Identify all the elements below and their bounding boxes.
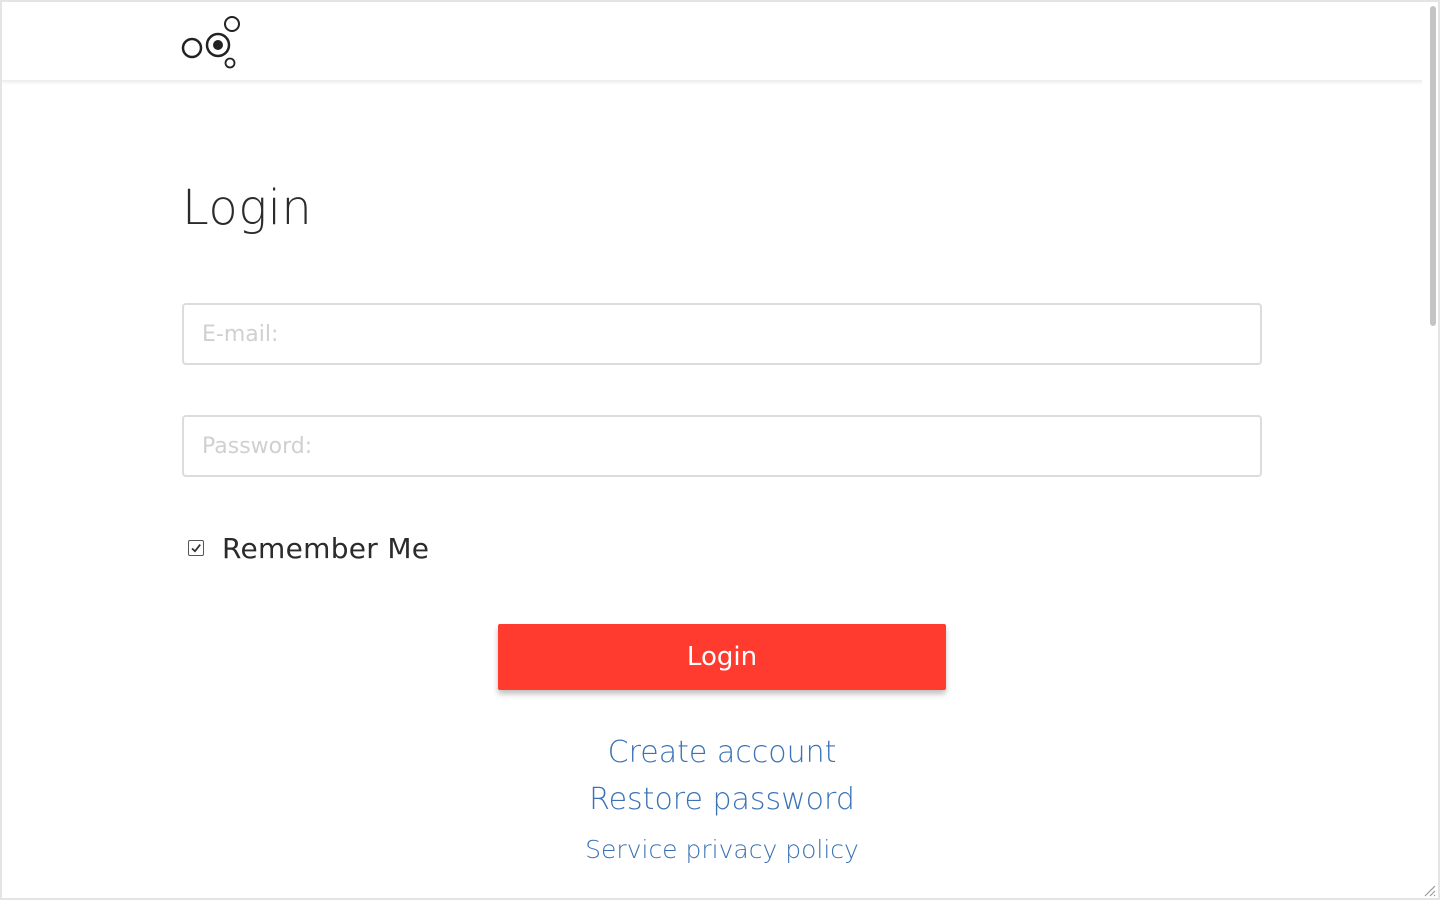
remember-me-checkbox[interactable]: Remember Me [188,528,429,568]
email-field[interactable] [182,303,1262,365]
privacy-policy-link[interactable]: Service privacy policy [2,834,1438,866]
login-page: Login Remember Me Login Create account R… [2,82,1424,898]
password-field[interactable] [182,415,1262,477]
logo-icon[interactable] [180,14,244,70]
circles-logo-icon [181,16,240,69]
login-button[interactable]: Login [498,624,946,690]
top-bar [2,2,1424,81]
remember-me-label: Remember Me [222,531,430,565]
scrollbar-thumb[interactable] [1430,6,1436,326]
page-title: Login [182,180,313,236]
create-account-link[interactable]: Create account [2,733,1438,773]
checkmark-icon[interactable] [188,540,204,556]
browser-window: Login Remember Me Login Create account R… [0,0,1440,900]
resize-grip-icon[interactable] [1422,882,1436,897]
vertical-scrollbar[interactable] [1422,2,1438,898]
restore-password-link[interactable]: Restore password [2,780,1438,820]
